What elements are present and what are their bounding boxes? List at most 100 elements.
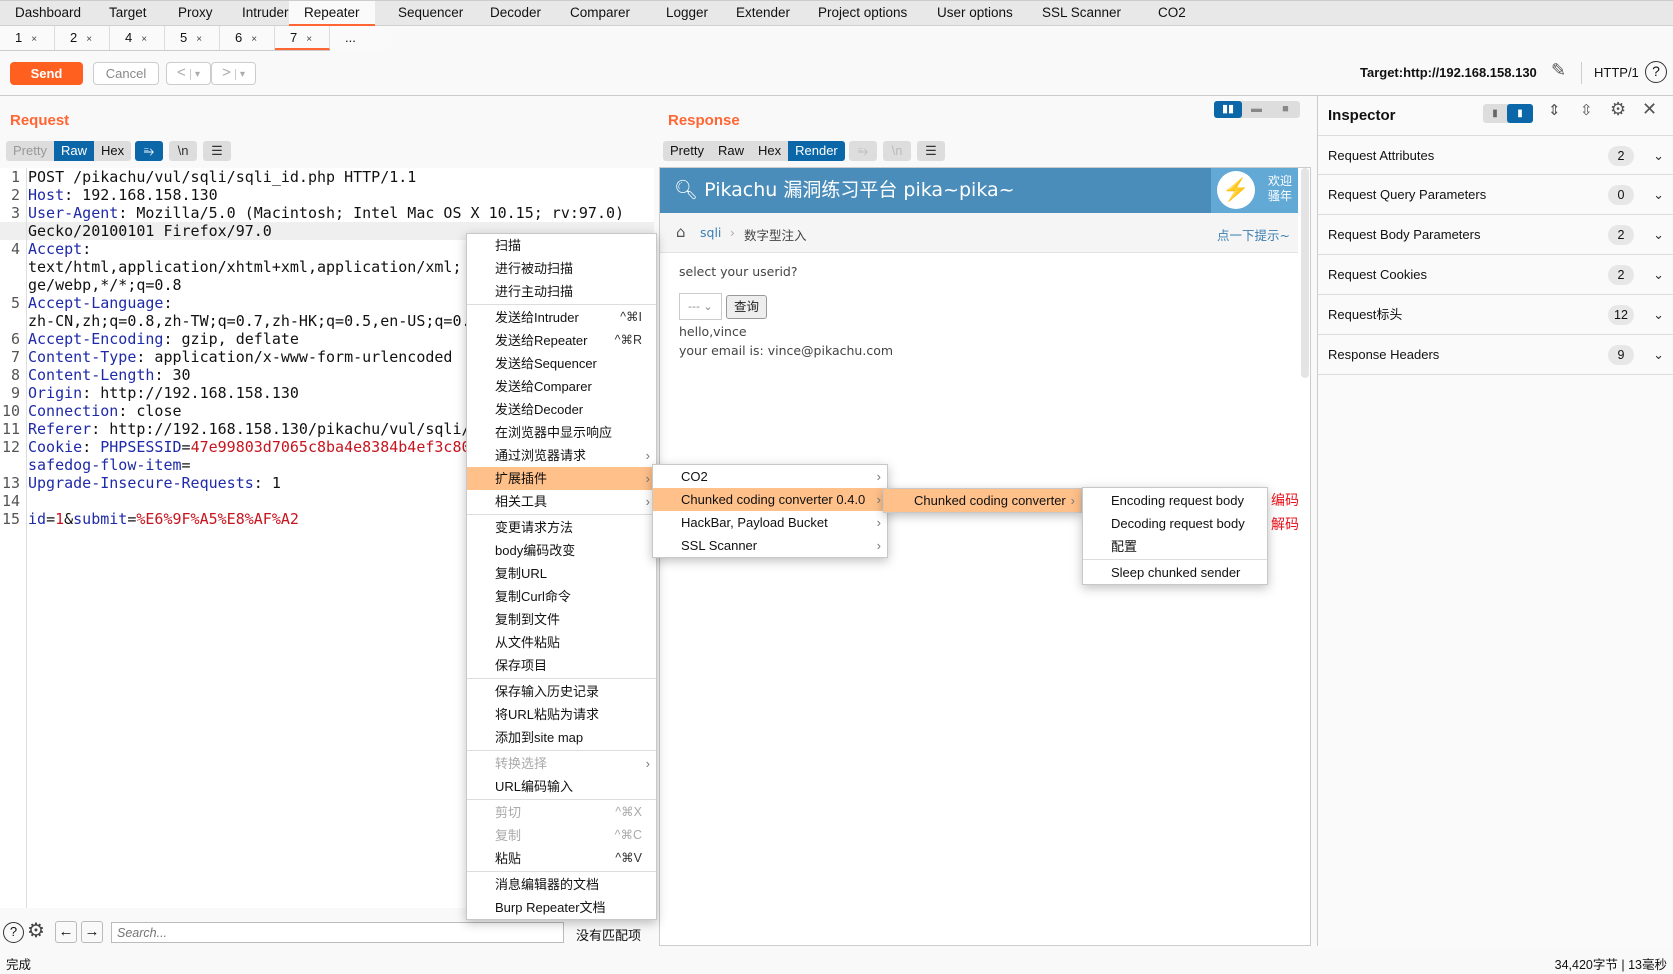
menu-item[interactable]: 配置: [1083, 535, 1267, 558]
inspector-section-request-attributes[interactable]: Request Attributes 2 ⌄: [1318, 135, 1673, 175]
menu-item[interactable]: 复制 ^⌘C: [467, 824, 656, 847]
stacked-layout-icon[interactable]: ▬: [1242, 101, 1271, 118]
menu-item[interactable]: 保存输入历史记录: [467, 680, 656, 703]
tab-target[interactable]: Target: [94, 1, 162, 26]
tab-dashboard[interactable]: Dashboard: [0, 1, 96, 26]
menu-item[interactable]: 发送给Repeater ^⌘R: [467, 329, 656, 352]
menu-item[interactable]: 在浏览器中显示响应: [467, 421, 656, 444]
cancel-button[interactable]: Cancel: [93, 62, 159, 85]
menu-item[interactable]: Encoding request body: [1083, 489, 1267, 512]
close-icon[interactable]: ×: [31, 34, 37, 45]
close-icon[interactable]: ×: [306, 34, 312, 45]
view-tab-hex[interactable]: Hex: [750, 141, 789, 161]
collapse-all-icon[interactable]: ⇳: [1580, 101, 1593, 119]
inspector-section-request-body-parameters[interactable]: Request Body Parameters 2 ⌄: [1318, 215, 1673, 255]
menu-item[interactable]: CO2 ›: [653, 465, 887, 488]
previous-match-arrow-icon[interactable]: ←: [55, 921, 77, 943]
menu-item[interactable]: 扩展插件 ›: [467, 467, 656, 490]
repeater-tab-7[interactable]: 7 ×: [275, 26, 330, 50]
view-tab-pretty[interactable]: Pretty: [6, 141, 54, 161]
close-icon[interactable]: ×: [251, 34, 257, 45]
search-input[interactable]: [111, 922, 564, 943]
menu-item[interactable]: Chunked coding converter 0.4.0 ›: [653, 488, 887, 511]
menu-item[interactable]: Decoding request body: [1083, 512, 1267, 535]
repeater-tab-4[interactable]: 4 ×: [110, 26, 165, 50]
menu-item[interactable]: 发送给Intruder ^⌘I: [467, 306, 656, 329]
menu-item[interactable]: 通过浏览器请求 ›: [467, 444, 656, 467]
protocol-toggle[interactable]: HTTP/1: [1594, 65, 1639, 80]
repeater-tab-5[interactable]: 5 ×: [165, 26, 220, 50]
menu-item[interactable]: 保存项目: [467, 654, 656, 677]
menu-item[interactable]: 将URL粘贴为请求: [467, 703, 656, 726]
side-by-side-layout-icon[interactable]: ▮▮: [1214, 101, 1242, 118]
chevron-down-icon[interactable]: ⌄: [1653, 175, 1664, 215]
repeater-tab-2[interactable]: 2 ×: [55, 26, 110, 50]
chevron-down-icon[interactable]: ⌄: [1653, 255, 1664, 295]
view-tab-pretty[interactable]: Pretty: [663, 141, 711, 161]
dock-right-icon[interactable]: ▮: [1507, 104, 1533, 123]
close-icon[interactable]: ×: [141, 34, 147, 45]
menu-item[interactable]: 进行主动扫描: [467, 280, 656, 303]
menu-item[interactable]: 粘贴 ^⌘V: [467, 847, 656, 870]
chevron-down-icon[interactable]: ⌄: [1653, 215, 1664, 255]
tab-repeater[interactable]: Repeater: [289, 1, 375, 26]
query-button[interactable]: 查询: [726, 295, 767, 319]
menu-item[interactable]: URL编码输入: [467, 775, 656, 798]
tab-project-options[interactable]: Project options: [803, 1, 922, 26]
repeater-tab-6[interactable]: 6 ×: [220, 26, 275, 50]
tab-ssl-scanner[interactable]: SSL Scanner: [1027, 1, 1136, 26]
menu-item[interactable]: 发送给Sequencer: [467, 352, 656, 375]
hint-link[interactable]: 点一下提示~: [1217, 225, 1290, 244]
close-icon[interactable]: ✕: [1642, 99, 1657, 120]
menu-item[interactable]: 变更请求方法: [467, 516, 656, 539]
more-tabs-button[interactable]: ...: [330, 26, 385, 50]
menu-item[interactable]: 消息编辑器的文档: [467, 873, 656, 896]
menu-item[interactable]: Burp Repeater文档: [467, 896, 656, 919]
inspector-section-request-cookies[interactable]: Request Cookies 2 ⌄: [1318, 255, 1673, 295]
inspector-section-request-[interactable]: Request标头 12 ⌄: [1318, 295, 1673, 335]
inspector-section-response-headers[interactable]: Response Headers 9 ⌄: [1318, 335, 1673, 375]
view-tab-raw[interactable]: Raw: [710, 141, 751, 161]
tab-extender[interactable]: Extender: [721, 1, 805, 26]
show-newlines-button[interactable]: \n: [169, 141, 197, 161]
next-match-arrow-icon[interactable]: →: [81, 921, 103, 943]
help-icon[interactable]: ?: [3, 922, 24, 943]
wrap-lines-icon[interactable]: ⥱: [135, 141, 163, 161]
gear-icon[interactable]: ⚙: [1610, 99, 1626, 120]
home-icon[interactable]: ⌂: [676, 223, 686, 241]
chevron-down-icon[interactable]: ⌄: [1653, 335, 1664, 375]
tabbed-layout-icon[interactable]: ■: [1271, 101, 1300, 118]
menu-item[interactable]: HackBar, Payload Bucket ›: [653, 511, 887, 534]
menu-item[interactable]: SSL Scanner ›: [653, 534, 887, 557]
close-icon[interactable]: ×: [196, 34, 202, 45]
chevron-down-icon[interactable]: ⌄: [1653, 136, 1664, 176]
response-scrollbar[interactable]: [1301, 168, 1309, 378]
menu-icon[interactable]: ☰: [203, 141, 231, 161]
view-tab-raw[interactable]: Raw: [53, 141, 94, 161]
tab-decoder[interactable]: Decoder: [475, 1, 556, 26]
dropdown-icon[interactable]: ▾: [189, 69, 200, 80]
menu-item[interactable]: 复制Curl命令: [467, 585, 656, 608]
chevron-down-icon[interactable]: ⌄: [1653, 295, 1664, 335]
menu-item[interactable]: 转换选择 ›: [467, 752, 656, 775]
menu-item[interactable]: 发送给Comparer: [467, 375, 656, 398]
repeater-tab-1[interactable]: 1 ×: [0, 26, 55, 50]
edit-target-icon[interactable]: ✎: [1551, 60, 1566, 81]
close-icon[interactable]: ×: [86, 34, 92, 45]
menu-item[interactable]: 添加到site map: [467, 726, 656, 749]
breadcrumb-link-sqli[interactable]: sqli: [700, 225, 721, 240]
tab-logger[interactable]: Logger: [651, 1, 723, 26]
expand-all-icon[interactable]: ⇕: [1548, 101, 1561, 119]
tab-proxy[interactable]: Proxy: [163, 1, 228, 26]
menu-icon[interactable]: ☰: [917, 141, 945, 161]
menu-item[interactable]: 从文件粘贴: [467, 631, 656, 654]
help-icon[interactable]: ?: [1645, 61, 1667, 83]
menu-item[interactable]: 复制到文件: [467, 608, 656, 631]
forward-button[interactable]: > ▾: [211, 62, 256, 85]
tab-sequencer[interactable]: Sequencer: [383, 1, 478, 26]
tab-user-options[interactable]: User options: [922, 1, 1028, 26]
menu-item[interactable]: Chunked coding converter ›: [884, 489, 1081, 512]
gear-icon[interactable]: ⚙: [27, 918, 45, 943]
tab-co2[interactable]: CO2: [1143, 1, 1201, 26]
menu-item[interactable]: 复制URL: [467, 562, 656, 585]
